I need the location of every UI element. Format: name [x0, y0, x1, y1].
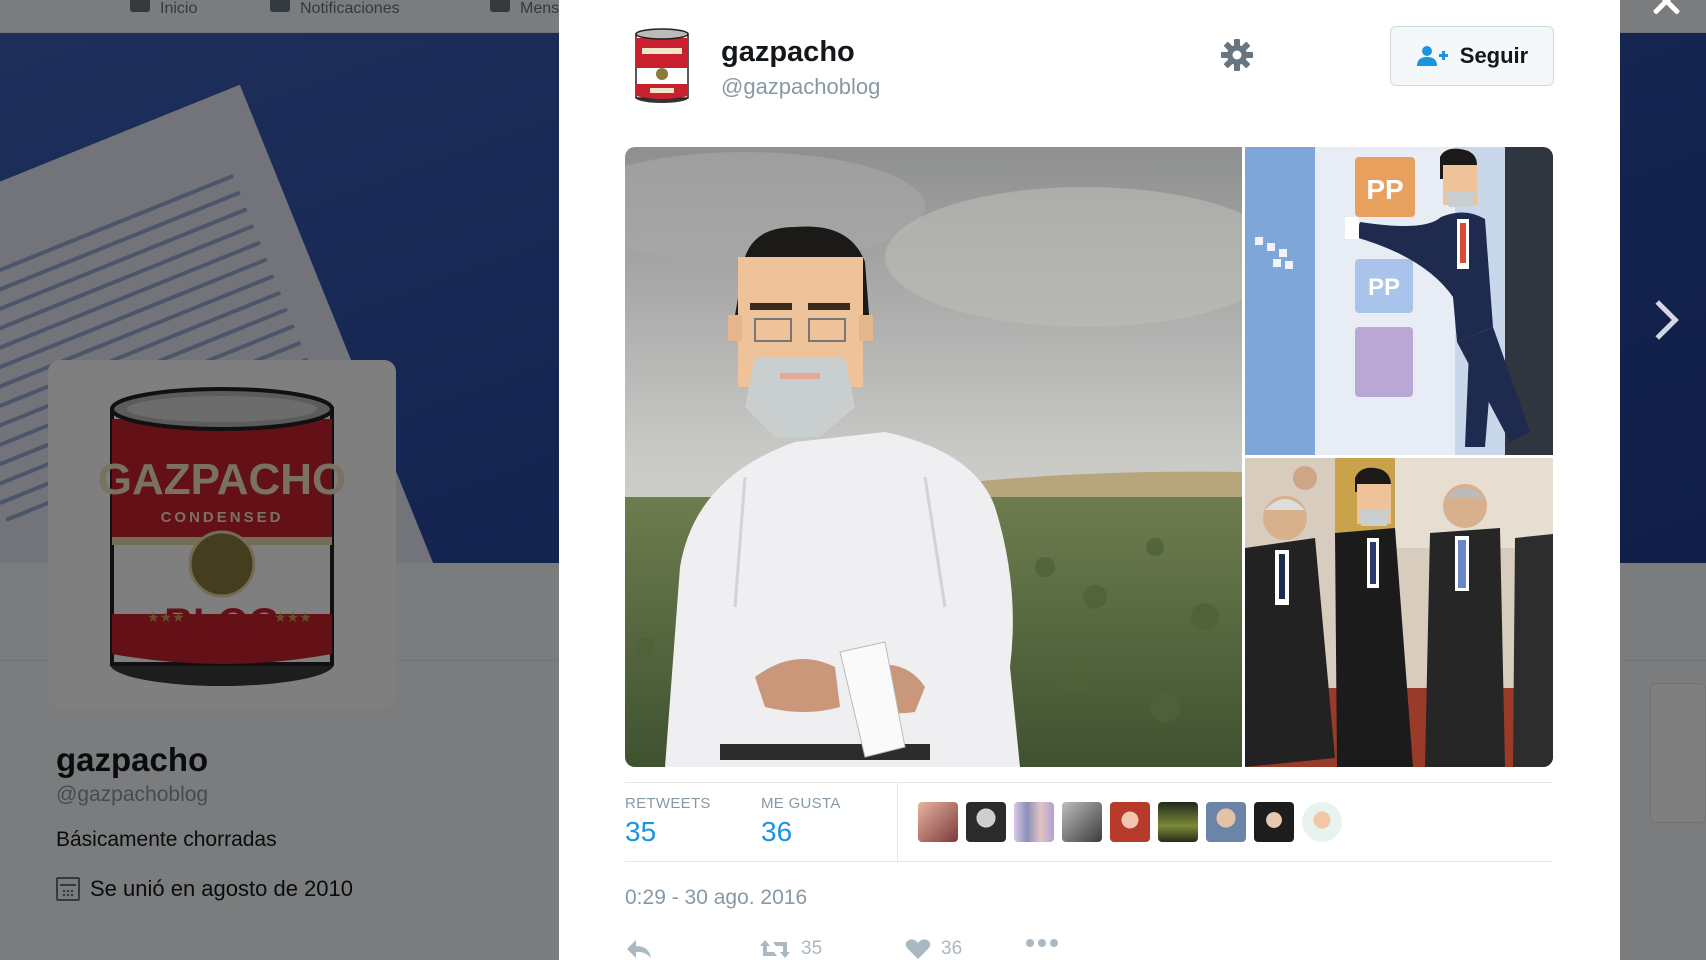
reply-icon: [627, 940, 651, 958]
follow-button-label: Seguir: [1459, 43, 1529, 68]
photo-group-suits-image: [1245, 458, 1553, 767]
photo-field[interactable]: [625, 147, 1242, 767]
liker-avatar[interactable]: [1110, 802, 1150, 842]
retweet-button[interactable]: 35: [759, 938, 822, 960]
more-icon: [1026, 939, 1058, 947]
retweet-icon: [760, 940, 790, 958]
stats-top-divider: [625, 782, 1553, 783]
svg-text:PP: PP: [1368, 274, 1400, 301]
liker-avatar[interactable]: [918, 802, 958, 842]
add-user-icon: [1416, 46, 1448, 66]
liker-avatar[interactable]: [1302, 802, 1342, 842]
more-button[interactable]: [1025, 938, 1059, 948]
tweet-timestamp[interactable]: 0:29 - 30 ago. 2016: [625, 886, 807, 910]
tweet-actions: 35 36: [625, 938, 1125, 960]
author-name[interactable]: gazpacho: [721, 36, 855, 69]
photo-pp-door-image: PP PP: [1245, 147, 1553, 455]
liker-avatar[interactable]: [1014, 802, 1054, 842]
photo-pp-door[interactable]: PP PP: [1245, 147, 1553, 455]
svg-text:PP: PP: [1366, 174, 1403, 205]
like-button[interactable]: 36: [905, 938, 962, 960]
liker-avatar[interactable]: [1062, 802, 1102, 842]
stats-divider: [897, 782, 898, 861]
retweets-count[interactable]: 35: [625, 816, 656, 848]
likes-label: ME GUSTA: [761, 795, 841, 812]
photo-group-suits[interactable]: [1245, 458, 1553, 767]
likes-count[interactable]: 36: [761, 816, 792, 848]
close-icon[interactable]: [1646, 0, 1686, 22]
follow-button[interactable]: Seguir: [1390, 26, 1554, 86]
retweet-action-count: 35: [801, 938, 823, 959]
tweet-photo-grid: PP PP: [625, 147, 1553, 767]
tweet-modal: gazpacho @gazpachoblog Seguir PP PP RETW…: [559, 0, 1620, 960]
author-avatar[interactable]: [632, 28, 692, 104]
liker-avatars: [918, 802, 1342, 842]
stats-bottom-divider: [625, 861, 1553, 862]
reply-button[interactable]: [625, 938, 653, 960]
liker-avatar[interactable]: [1206, 802, 1246, 842]
liker-avatar[interactable]: [966, 802, 1006, 842]
retweets-label: RETWEETS: [625, 795, 711, 812]
liker-avatar[interactable]: [1254, 802, 1294, 842]
gear-icon[interactable]: [1220, 38, 1254, 72]
heart-icon: [905, 939, 931, 959]
author-handle[interactable]: @gazpachoblog: [721, 74, 880, 100]
photo-field-image: [625, 147, 1242, 767]
liker-avatar[interactable]: [1158, 802, 1198, 842]
like-action-count: 36: [941, 938, 963, 959]
